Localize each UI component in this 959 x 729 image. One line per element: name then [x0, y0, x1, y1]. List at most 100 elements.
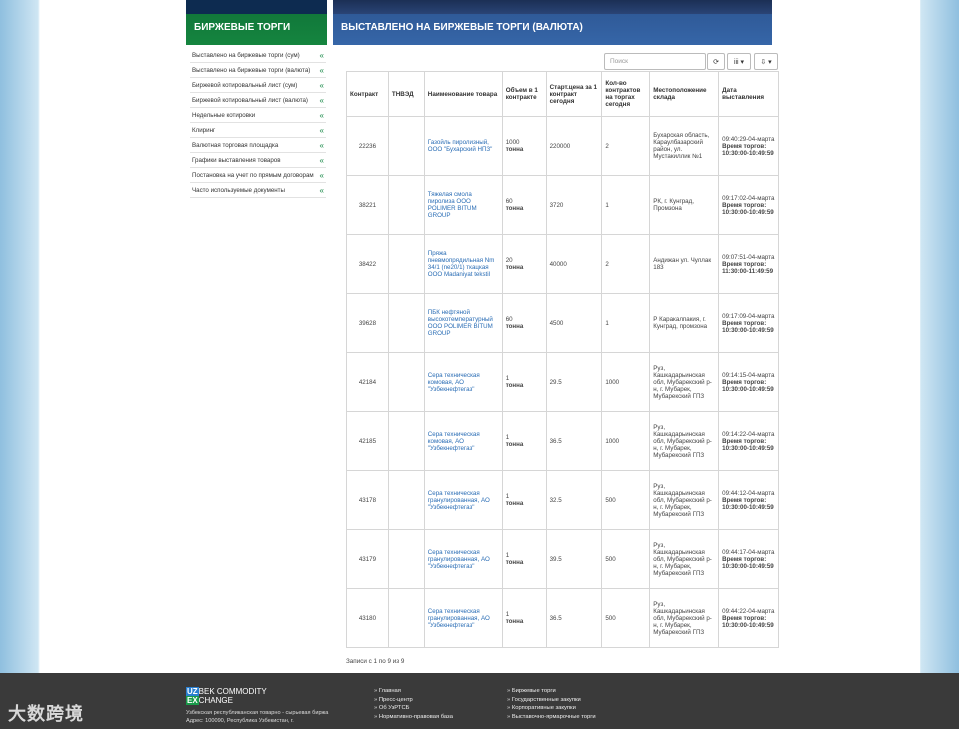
product-link[interactable]: Сера техническая комовая, АО "Узбекнефте…: [428, 372, 480, 393]
footer-link[interactable]: Пресс-центр: [374, 696, 453, 705]
time-value: 10:30:00-10:49:59: [722, 208, 774, 216]
chevron-left-icon: «: [319, 170, 324, 180]
page-banner: ВЫСТАВЛЕНО НА БИРЖЕВЫЕ ТОРГИ (ВАЛЮТА): [333, 0, 772, 45]
sidebar-item[interactable]: Биржевой котировальный лист (сум) «: [190, 78, 326, 93]
header-name[interactable]: Наименование товара: [423, 71, 503, 117]
cell-warehouse: Руз, Кашкадарьинская обл, Мубарекский р-…: [649, 529, 720, 589]
volume-value: 1: [505, 493, 510, 500]
footer-address: Узбекская республиканская товарно - сырь…: [186, 710, 329, 724]
footer-link[interactable]: Государственные закупки: [507, 696, 596, 705]
date-value: 09:40:29-04-марта: [722, 135, 775, 143]
sidebar-item[interactable]: Часто используемые документы «: [190, 183, 326, 198]
sidebar-item[interactable]: Выставлено на биржевые торги (сум) «: [190, 48, 326, 63]
header-tnved[interactable]: ТНВЭД: [387, 71, 425, 117]
columns-button[interactable]: iii ▾: [727, 53, 751, 70]
cell-contract: 43180: [346, 588, 389, 648]
cell-name: Сера техническая гранулированная, АО "Уз…: [423, 470, 503, 530]
volume-unit: тонна: [505, 382, 524, 389]
cell-name: ПБК нефтяной высокотемпературный ООО POL…: [423, 293, 503, 353]
sidebar-item[interactable]: Графики выставления товаров «: [190, 153, 326, 168]
chevron-left-icon: «: [319, 155, 324, 165]
footer-link[interactable]: Биржевые торги: [507, 687, 596, 696]
sidebar-item-label: Валютная торговая площадка: [192, 141, 279, 149]
header-price[interactable]: Старт.цена за 1 контракт сегодня: [545, 71, 603, 117]
footer-link[interactable]: Нормативно-правовая база: [374, 713, 453, 722]
time-label: Время торгов:: [722, 614, 767, 622]
volume-value: 1000: [505, 139, 520, 146]
footer-link[interactable]: Корпоративные закупки: [507, 704, 596, 713]
exchange-logo[interactable]: UZBEK COMMODITY EXCHANGE: [186, 687, 267, 705]
volume-unit: тонна: [505, 205, 524, 212]
cell-tnved: [387, 352, 425, 412]
header-qty[interactable]: Кол-во контрактов на торгах сегодня: [601, 71, 651, 117]
chevron-left-icon: «: [319, 185, 324, 195]
cell-name: Пряжа пневмопрядильная Nm 34/1 (ne20/1) …: [423, 234, 503, 294]
cell-price: 40000: [545, 234, 603, 294]
cell-date: 09:14:22-04-марта Время торгов: 10:30:00-1…: [718, 411, 779, 471]
product-link[interactable]: Сера техническая гранулированная, АО "Уз…: [428, 490, 490, 511]
cell-tnved: [387, 588, 425, 648]
product-link[interactable]: Пряжа пневмопрядильная Nm 34/1 (ne20/1) …: [428, 250, 495, 278]
time-label: Время торгов:: [722, 201, 767, 209]
sidebar-item[interactable]: Биржевой котировальный лист (валюта) «: [190, 93, 326, 108]
table-row: 42185 Сера техническая комовая, АО "Узбек…: [346, 411, 779, 471]
section-banner: БИРЖЕВЫЕ ТОРГИ: [186, 0, 327, 45]
time-label: Время торгов:: [722, 555, 767, 563]
time-value: 10:30:00-10:49:59: [722, 149, 774, 157]
product-link[interactable]: ПБК нефтяной высокотемпературный ООО POL…: [428, 309, 493, 337]
page-title: ВЫСТАВЛЕНО НА БИРЖЕВЫЕ ТОРГИ (ВАЛЮТА): [341, 22, 583, 33]
footer-link[interactable]: Об УзРТСБ: [374, 704, 453, 713]
cell-date: 09:17:09-04-марта Время торгов: 10:30:00-1…: [718, 293, 779, 353]
cell-price: 29.5: [545, 352, 603, 412]
chevron-left-icon: «: [319, 110, 324, 120]
sidebar-item-label: Выставлено на биржевые торги (сум): [192, 51, 300, 59]
sidebar-menu: Выставлено на биржевые торги (сум) «Выста…: [190, 48, 326, 198]
header-contract[interactable]: Контракт: [346, 71, 389, 117]
product-link[interactable]: Сера техническая комовая, АО "Узбекнефте…: [428, 431, 480, 452]
cell-name: Сера техническая гранулированная, АО "Уз…: [423, 588, 503, 648]
cell-price: 36.5: [545, 411, 603, 471]
time-label: Время торгов:: [722, 319, 767, 327]
logo-uz-mark: UZ: [186, 687, 199, 696]
cell-qty: 2: [601, 116, 651, 176]
cell-date: 09:07:51-04-марта Время торгов: 11:30:00-1…: [718, 234, 779, 294]
volume-value: 1: [505, 375, 510, 382]
footer-link[interactable]: Выставочно-ярмарочные торги: [507, 713, 596, 722]
cell-qty: 1: [601, 293, 651, 353]
product-link[interactable]: Газойль пиролизный, ООО "Бухарский НПЗ": [428, 139, 493, 153]
cell-qty: 500: [601, 529, 651, 589]
date-value: 09:17:09-04-марта: [722, 312, 775, 320]
sidebar-item-label: Постановка на учет по прямым договорам: [192, 171, 314, 179]
cell-price: 32.5: [545, 470, 603, 530]
product-link[interactable]: Сера техническая гранулированная, АО "Уз…: [428, 608, 490, 629]
header-warehouse[interactable]: Местоположение склада: [649, 71, 720, 117]
cell-contract: 43178: [346, 470, 389, 530]
search-input[interactable]: Поиск: [604, 53, 706, 70]
product-link[interactable]: Сера техническая гранулированная, АО "Уз…: [428, 549, 490, 570]
export-button[interactable]: ⇩ ▾: [754, 53, 778, 70]
cell-volume: 1 тонна: [501, 588, 547, 648]
cell-tnved: [387, 175, 425, 235]
cell-qty: 500: [601, 588, 651, 648]
footer-link[interactable]: Главная: [374, 687, 453, 696]
date-value: 09:44:17-04-марта: [722, 548, 775, 556]
product-link[interactable]: Тяжелая смола пиролиза ООО POLIMER BITUM…: [428, 191, 477, 219]
cell-date: 09:44:17-04-марта Время торгов: 10:30:00-1…: [718, 529, 779, 589]
cell-price: 220000: [545, 116, 603, 176]
date-value: 09:07:51-04-марта: [722, 253, 775, 261]
cell-volume: 1 тонна: [501, 411, 547, 471]
time-value: 10:30:00-10:49:59: [722, 385, 774, 393]
sidebar-item-label: Часто используемые документы: [192, 186, 285, 194]
sidebar-item[interactable]: Клиринг «: [190, 123, 326, 138]
time-value: 10:30:00-10:49:59: [722, 621, 774, 629]
sidebar-item[interactable]: Валютная торговая площадка «: [190, 138, 326, 153]
table-row: 43178 Сера техническая гранулированная, А…: [346, 470, 779, 530]
refresh-button[interactable]: ⟳: [707, 53, 725, 70]
header-date[interactable]: Дата выставления: [718, 71, 779, 117]
header-volume[interactable]: Объем в 1 контракте: [501, 71, 547, 117]
time-label: Время торгов:: [722, 378, 767, 386]
volume-unit: тонна: [505, 146, 524, 153]
sidebar-item[interactable]: Недельные котировки «: [190, 108, 326, 123]
sidebar-item[interactable]: Выставлено на биржевые торги (валюта) «: [190, 63, 326, 78]
sidebar-item[interactable]: Постановка на учет по прямым договорам «: [190, 168, 326, 183]
